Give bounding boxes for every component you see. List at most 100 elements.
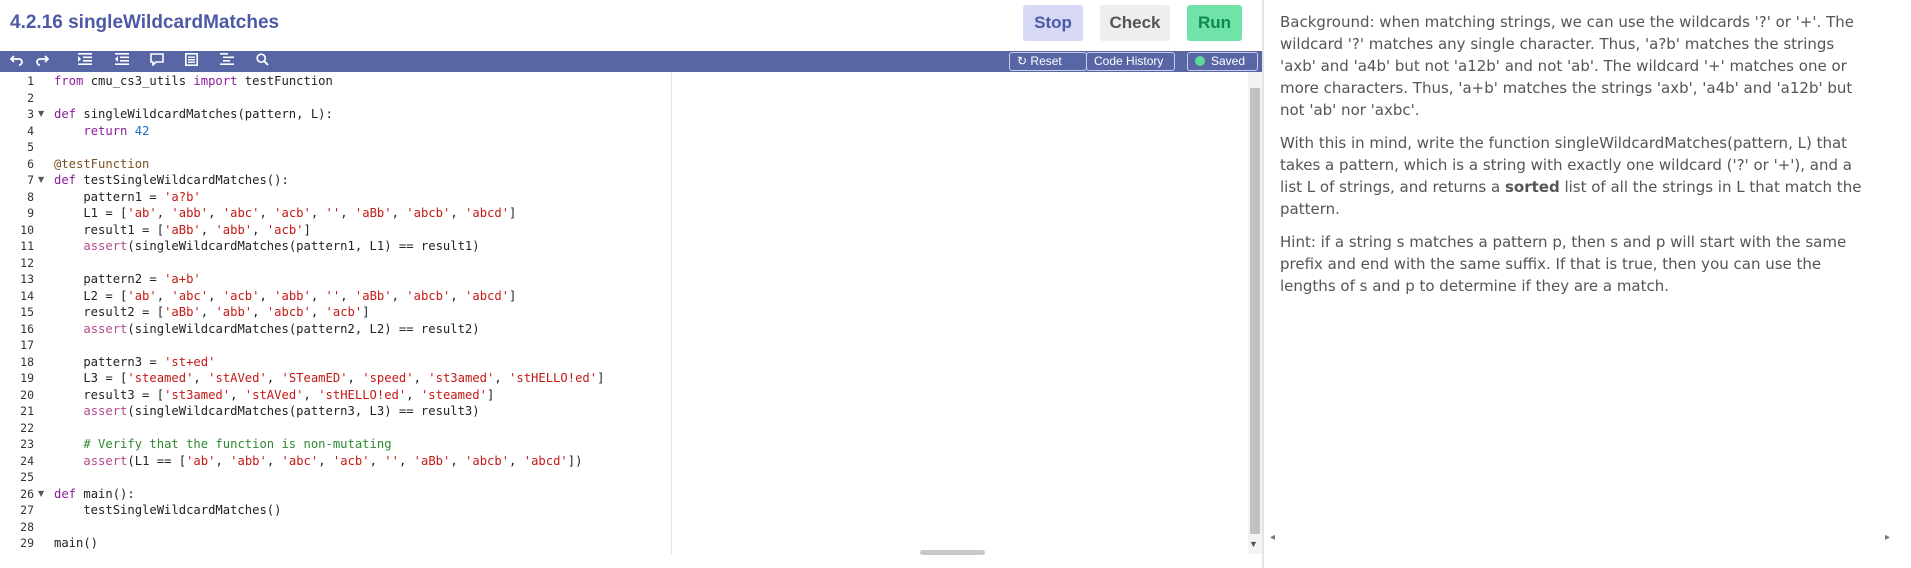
fold-arrow-icon[interactable]: ▼ — [38, 172, 48, 189]
undo-icon[interactable] — [8, 53, 26, 70]
code-editor[interactable]: 1 2 3 ▼ 4 5 6 7 ▼ 8 9 10 11 12 13 14 15 16 17 18 19 20 21 22 23 2… — [0, 72, 1248, 554]
code-token: result2 = [ — [54, 305, 165, 319]
line-number: 26 — [20, 486, 34, 501]
redo-icon[interactable] — [33, 53, 51, 70]
code-token: , — [156, 288, 172, 303]
code-token: , — [347, 371, 363, 385]
stop-button[interactable]: Stop — [1023, 5, 1083, 41]
code-token: ] — [303, 222, 311, 237]
code-line[interactable]: result2 = ['aBb', 'abb', 'abcb', 'acb'] — [54, 304, 369, 321]
saved-status: Saved — [1187, 52, 1258, 71]
comment-icon[interactable] — [148, 53, 166, 70]
format-icon[interactable] — [182, 53, 200, 70]
code-token: , — [208, 206, 223, 220]
code-area[interactable]: from cmu_cs3_utils import testFunction de… — [54, 72, 1244, 554]
code-token: 'stHELLO!ed' — [318, 387, 407, 402]
code-token: from — [54, 74, 84, 88]
editor-scroll-thumb[interactable] — [1250, 88, 1260, 534]
list-icon[interactable] — [218, 53, 236, 70]
code-token: singleWildcardMatches(pattern, L): — [76, 107, 333, 121]
code-token: 'ab' — [127, 206, 157, 220]
code-token: 'aBb' — [354, 288, 392, 303]
code-line[interactable]: L1 = ['ab', 'abb', 'abc', 'acb', '', 'aB… — [54, 205, 516, 222]
editor-horizontal-scroll-thumb[interactable] — [920, 550, 985, 555]
saved-label: Saved — [1211, 54, 1246, 68]
code-line[interactable]: pattern2 = 'a+b' — [54, 271, 200, 288]
scroll-left-icon[interactable]: ◂ — [1270, 532, 1275, 543]
code-token: 'abb' — [215, 222, 253, 237]
code-token: , — [303, 387, 319, 402]
code-line[interactable]: testSingleWildcardMatches() — [54, 502, 281, 519]
code-token: , — [230, 387, 245, 402]
indent-icon[interactable] — [76, 53, 94, 70]
code-token: 'acb' — [332, 453, 370, 468]
code-line[interactable]: pattern3 = 'st+ed' — [54, 354, 215, 371]
code-token: , — [259, 288, 275, 303]
scroll-right-icon[interactable]: ▸ — [1885, 532, 1890, 543]
code-line[interactable]: @testFunction — [54, 156, 149, 173]
code-token: , — [310, 206, 326, 220]
code-token: return — [83, 123, 128, 138]
code-token: 'abb' — [274, 288, 311, 303]
instructions-horizontal-scrollbar[interactable]: ◂ ▸ — [1264, 532, 1911, 546]
code-token: ] — [509, 288, 517, 303]
line-number: 15 — [20, 305, 34, 319]
scroll-down-arrow-icon[interactable]: ▼ — [1249, 539, 1258, 549]
line-number: 21 — [20, 404, 34, 418]
code-token: assert — [83, 404, 128, 418]
code-line[interactable]: assert(singleWildcardMatches(pattern3, L… — [54, 403, 479, 420]
code-line[interactable]: from cmu_cs3_utils import testFunction — [54, 73, 333, 90]
line-number: 29 — [20, 536, 34, 550]
code-token: # Verify that the function is non-mutati… — [83, 437, 392, 451]
code-line[interactable]: result1 = ['aBb', 'abb', 'acb'] — [54, 222, 311, 239]
code-line[interactable]: L3 = ['steamed', 'stAVed', 'STeamED', 's… — [54, 370, 604, 387]
code-line[interactable]: result3 = ['st3amed', 'stAVed', 'stHELLO… — [54, 387, 494, 404]
code-line[interactable]: def singleWildcardMatches(pattern, L): — [54, 106, 333, 123]
code-history-button[interactable]: Code History — [1086, 52, 1175, 71]
code-line[interactable]: main() — [54, 535, 98, 552]
code-token: , — [369, 453, 385, 468]
code-token: import — [193, 74, 238, 88]
print-margin-line — [671, 72, 672, 554]
code-token: 'acb' — [274, 206, 311, 220]
code-token: 'aBb' — [164, 222, 201, 237]
code-token: assert — [83, 239, 128, 253]
editor-vertical-scrollbar[interactable] — [1248, 72, 1262, 554]
code-line[interactable]: assert(singleWildcardMatches(pattern1, L… — [54, 238, 479, 255]
code-line[interactable]: return 42 — [54, 123, 149, 140]
code-line[interactable]: assert(singleWildcardMatches(pattern2, L… — [54, 321, 479, 338]
code-line[interactable]: def main(): — [54, 486, 135, 503]
code-token: , — [215, 453, 231, 468]
fold-arrow-icon[interactable]: ▼ — [38, 486, 48, 503]
code-token: , — [310, 288, 326, 303]
code-token: , — [259, 206, 275, 220]
code-line[interactable]: def testSingleWildcardMatches(): — [54, 172, 289, 189]
code-line[interactable]: pattern1 = 'a?b' — [54, 189, 200, 206]
code-token: ] — [486, 387, 495, 402]
reset-button[interactable]: ↻ Reset — [1009, 52, 1087, 71]
line-number: 2 — [27, 90, 34, 105]
code-token: 'aBb' — [164, 305, 201, 319]
code-token: 'abc' — [222, 206, 260, 220]
fold-arrow-icon[interactable]: ▼ — [38, 106, 48, 123]
code-token: def — [54, 486, 77, 501]
code-line[interactable]: L2 = ['ab', 'abc', 'acb', 'abb', '', 'aB… — [54, 288, 516, 305]
code-token: 'abcb' — [465, 453, 510, 468]
code-token: 'aBb' — [413, 453, 451, 468]
check-button[interactable]: Check — [1100, 5, 1170, 41]
run-button[interactable]: Run — [1187, 5, 1242, 41]
code-token: 'abcb' — [406, 206, 451, 220]
code-token: ]) — [567, 453, 583, 468]
code-line[interactable]: # Verify that the function is non-mutati… — [54, 436, 392, 453]
code-token: (L1 == [ — [127, 453, 187, 468]
code-token: , — [266, 371, 282, 385]
code-token: 'steamed' — [127, 371, 194, 385]
code-line[interactable]: assert(L1 == ['ab', 'abb', 'abc', 'acb',… — [54, 453, 582, 470]
search-icon[interactable] — [253, 53, 271, 70]
outdent-icon[interactable] — [113, 53, 131, 70]
code-token: , — [509, 453, 524, 468]
